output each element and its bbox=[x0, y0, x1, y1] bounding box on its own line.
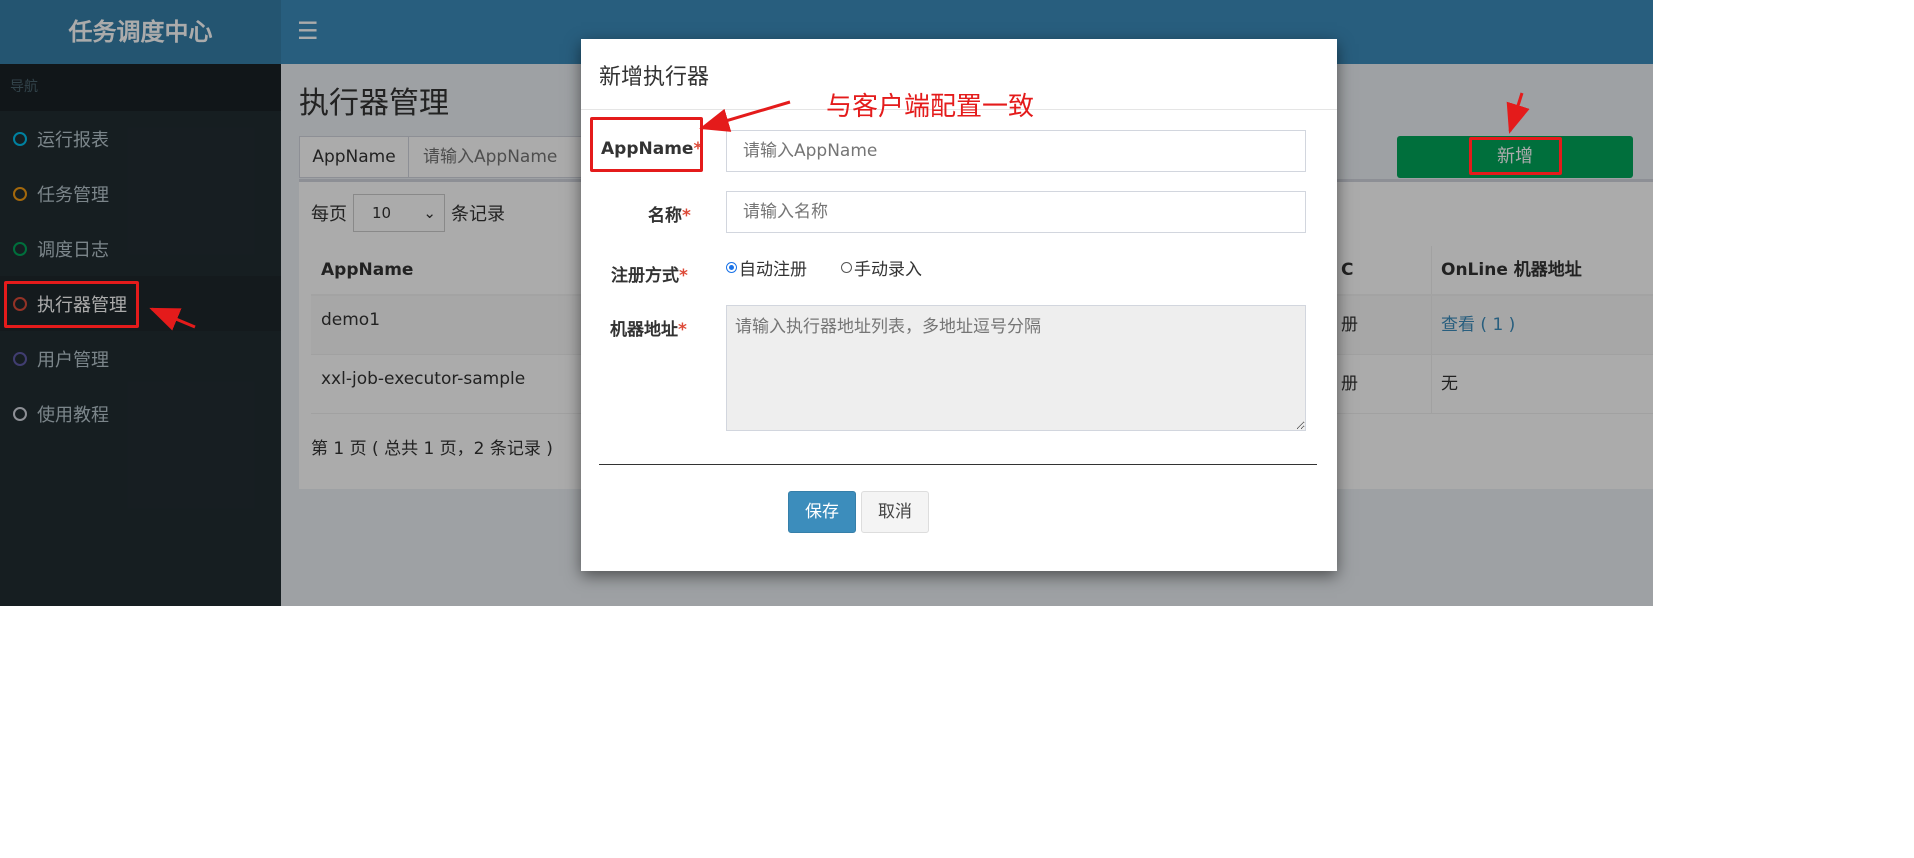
annotation-arrows bbox=[149, 92, 1530, 331]
arrow-to-add-button bbox=[1506, 92, 1530, 134]
arrow-to-sidebar-item bbox=[149, 307, 196, 331]
arrow-to-appname-label bbox=[699, 100, 791, 132]
